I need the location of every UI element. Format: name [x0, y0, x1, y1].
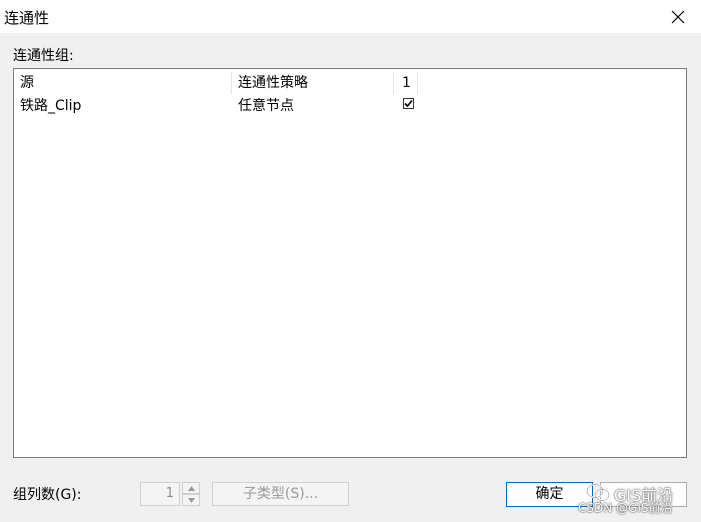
watermark-subtitle: CSDN @GIS前沿: [578, 501, 673, 515]
close-button[interactable]: [655, 0, 701, 33]
subtype-button[interactable]: 子类型(S)...: [212, 482, 349, 506]
row-policy[interactable]: 任意节点: [232, 95, 394, 117]
close-icon: [671, 10, 685, 23]
connectivity-table[interactable]: 源 连通性策略 1 铁路_Clip 任意节点: [13, 68, 687, 458]
spin-down-button[interactable]: [182, 494, 200, 506]
group-count-input[interactable]: 1: [140, 482, 180, 506]
spin-up-button[interactable]: [182, 482, 200, 494]
triangle-up-icon: [187, 485, 195, 491]
triangle-down-icon: [187, 497, 195, 503]
header-source[interactable]: 源: [14, 72, 232, 94]
row-source[interactable]: 铁路_Clip: [14, 95, 232, 117]
checkmark-icon: [404, 99, 413, 108]
group-count-label: 组列数(G):: [13, 487, 82, 503]
title-bar: 连通性: [0, 0, 701, 33]
header-policy[interactable]: 连通性策略: [232, 72, 394, 94]
window-title: 连通性: [4, 9, 50, 27]
group-label: 连通性组:: [13, 48, 74, 64]
row-group-1-checkbox[interactable]: [403, 98, 414, 109]
header-group-1[interactable]: 1: [394, 72, 418, 94]
